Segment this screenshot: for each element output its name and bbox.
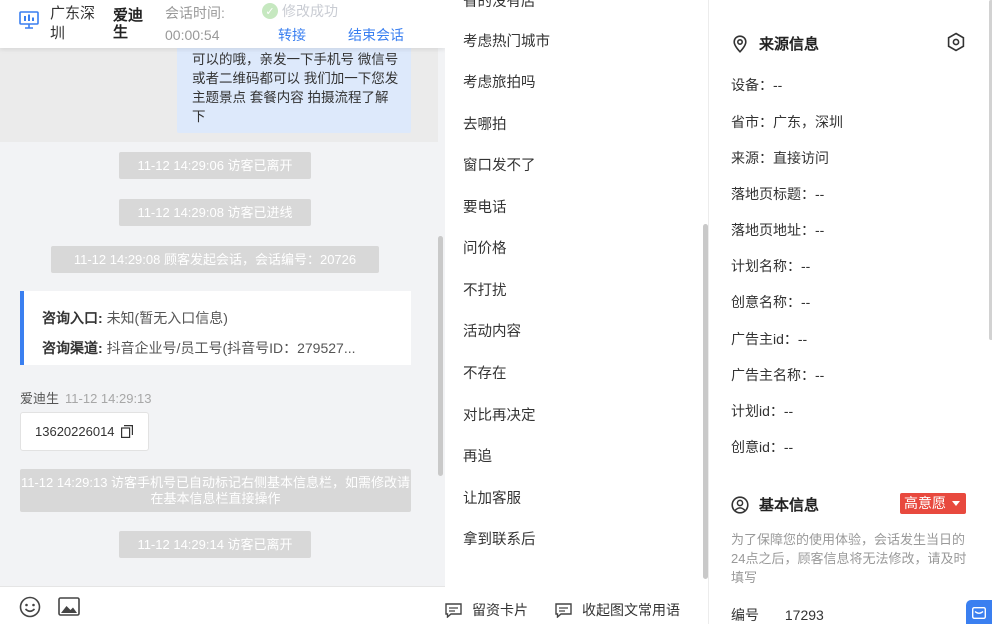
quick-reply-item[interactable]: 考虑热门城市 [463,32,550,52]
session-time-label: 会话时间: [165,5,225,21]
image-icon[interactable] [58,597,80,616]
quick-reply-item[interactable]: 问价格 [463,239,507,259]
quick-reply-item[interactable]: 不打扰 [463,281,507,301]
system-message: 11-12 14:29:14 访客已离开 [119,531,311,558]
settings-icon[interactable] [946,32,966,52]
customer-info-panel: 来源信息 设备：-- 省市：广东，深圳 来源：直接访问 落地页标题：-- 落地页… [710,0,992,624]
session-time: 00:00:54 [165,27,220,43]
card-icon [445,602,462,618]
consult-entry-label: 咨询入口: [42,310,103,326]
source-field: 设备：-- [731,77,783,93]
chat-scrollbar[interactable] [438,236,443,476]
visitor-phone-bubble: 13620226014 [20,412,149,451]
quick-reply-item[interactable]: 对比再决定 [463,406,536,426]
message-icon [972,607,986,619]
edit-deadline-notice: 为了保障您的使用体验，会话发生当日的24点之后，顾客信息将无法修改，请及时填写 [731,532,967,585]
quick-reply-item[interactable]: 活动内容 [463,322,521,342]
phrases-icon [555,602,572,618]
leave-card-label: 留资卡片 [472,602,528,618]
chat-input-toolbar [0,586,445,624]
source-field: 落地页地址：-- [731,222,825,238]
customer-id-label: 编号 [731,607,759,623]
customer-id-row: 编号 17293 [731,605,824,624]
intent-level-dropdown[interactable]: 高意愿 [900,493,966,514]
leave-card-button[interactable]: 留资卡片 [445,600,528,620]
caret-down-icon [952,501,960,506]
quick-replies-scrollbar[interactable] [703,224,708,579]
source-field: 计划名称：-- [731,258,811,274]
collapse-phrases-button[interactable]: 收起图文常用语 [555,600,680,620]
consult-entry-value: 未知(暂无入口信息) [106,310,228,326]
quick-reply-item[interactable]: 再追 [463,447,492,467]
system-message: 11-12 14:29:08 顾客发起会话，会话编号：20726 [51,246,379,273]
consult-info-card: 咨询入口: 未知(暂无入口信息) 咨询渠道: 抖音企业号/员工号(抖音号ID：2… [20,291,411,365]
source-field: 创意id：-- [731,439,794,455]
emoji-icon[interactable] [19,596,41,618]
visitor-phone-number: 13620226014 [35,424,115,439]
intent-level-value: 高意愿 [904,495,946,511]
source-info-title: 来源信息 [731,33,819,54]
consult-channel-value: 抖音企业号/员工号(抖音号ID：279527... [106,340,356,356]
basic-info-title-text: 基本信息 [759,497,820,514]
success-toast: ✓ 修改成功 [258,0,342,22]
quick-reply-item[interactable]: 窗口发不了 [463,156,536,176]
source-field: 广告主名称：-- [731,367,825,383]
transfer-button[interactable]: 转接 [278,26,306,44]
source-field: 落地页标题：-- [731,186,825,202]
consult-channel-row: 咨询渠道: 抖音企业号/员工号(抖音号ID：279527... [42,333,404,363]
source-field: 省市：广东，深圳 [731,114,843,130]
quick-reply-item[interactable]: 省的没有店 [463,0,536,12]
success-toast-text: 修改成功 [282,3,338,19]
user-circle-icon [731,495,749,514]
chat-header: 广东深圳 爱迪生 会话时间: 00:00:54 ✓ 修改成功 转接 结束会话 [0,0,445,48]
consult-channel-label: 咨询渠道: [42,340,103,356]
customer-id-value: 17293 [784,607,824,623]
quick-reply-item[interactable]: 去哪拍 [463,115,507,135]
quick-replies-footer: 留资卡片 收起图文常用语 [445,586,708,624]
basic-info-title: 基本信息 [731,494,819,515]
source-info-title-text: 来源信息 [759,36,820,53]
visitor-message-time: 11-12 14:29:13 [65,391,152,406]
source-field: 创意名称：-- [731,294,811,310]
visitor-message-meta: 爱迪生 11-12 14:29:13 [20,388,152,407]
quick-reply-item[interactable]: 要电话 [463,198,507,218]
check-icon: ✓ [262,3,278,19]
agent-message-bubble: 可以的哦，亲发一下手机号 微信号或者二维码都可以 我们加一下您发主题景点 套餐内… [177,46,411,133]
collapse-phrases-label: 收起图文常用语 [582,602,680,618]
consult-entry-row: 咨询入口: 未知(暂无入口信息) [42,303,404,333]
source-field: 广告主id：-- [731,331,808,347]
visitor-location: 广东深圳 [50,5,96,42]
chat-panel: 可以的哦，亲发一下手机号 微信号或者二维码都可以 我们加一下您发主题景点 套餐内… [0,0,445,624]
monitor-icon [19,11,39,29]
auto-tag-system-message: 11-12 14:29:13 访客手机号已自动标记右侧基本信息栏，如需修改请在基… [20,469,411,512]
quick-reply-item[interactable]: 考虑旅拍吗 [463,73,536,93]
system-message: 11-12 14:29:08 访客已进线 [119,199,311,226]
quick-reply-item[interactable]: 不存在 [463,364,507,384]
visitor-name: 爱迪生 [20,391,60,406]
system-message: 11-12 14:29:06 访客已离开 [119,152,311,179]
visitor-name-header: 爱迪生 [113,7,144,41]
floating-message-button[interactable] [966,600,992,624]
source-field: 计划id：-- [731,403,794,419]
end-session-button[interactable]: 结束会话 [348,26,404,44]
quick-reply-item[interactable]: 拿到联系后 [463,530,536,550]
quick-replies-panel: 省的没有店 考虑热门城市 考虑旅拍吗 去哪拍 窗口发不了 要电话 问价格 不打扰… [445,0,709,624]
copy-icon[interactable] [121,425,133,438]
quick-reply-item[interactable]: 让加客服 [463,489,521,509]
source-field: 来源：直接访问 [731,150,829,166]
location-pin-icon [733,34,747,53]
